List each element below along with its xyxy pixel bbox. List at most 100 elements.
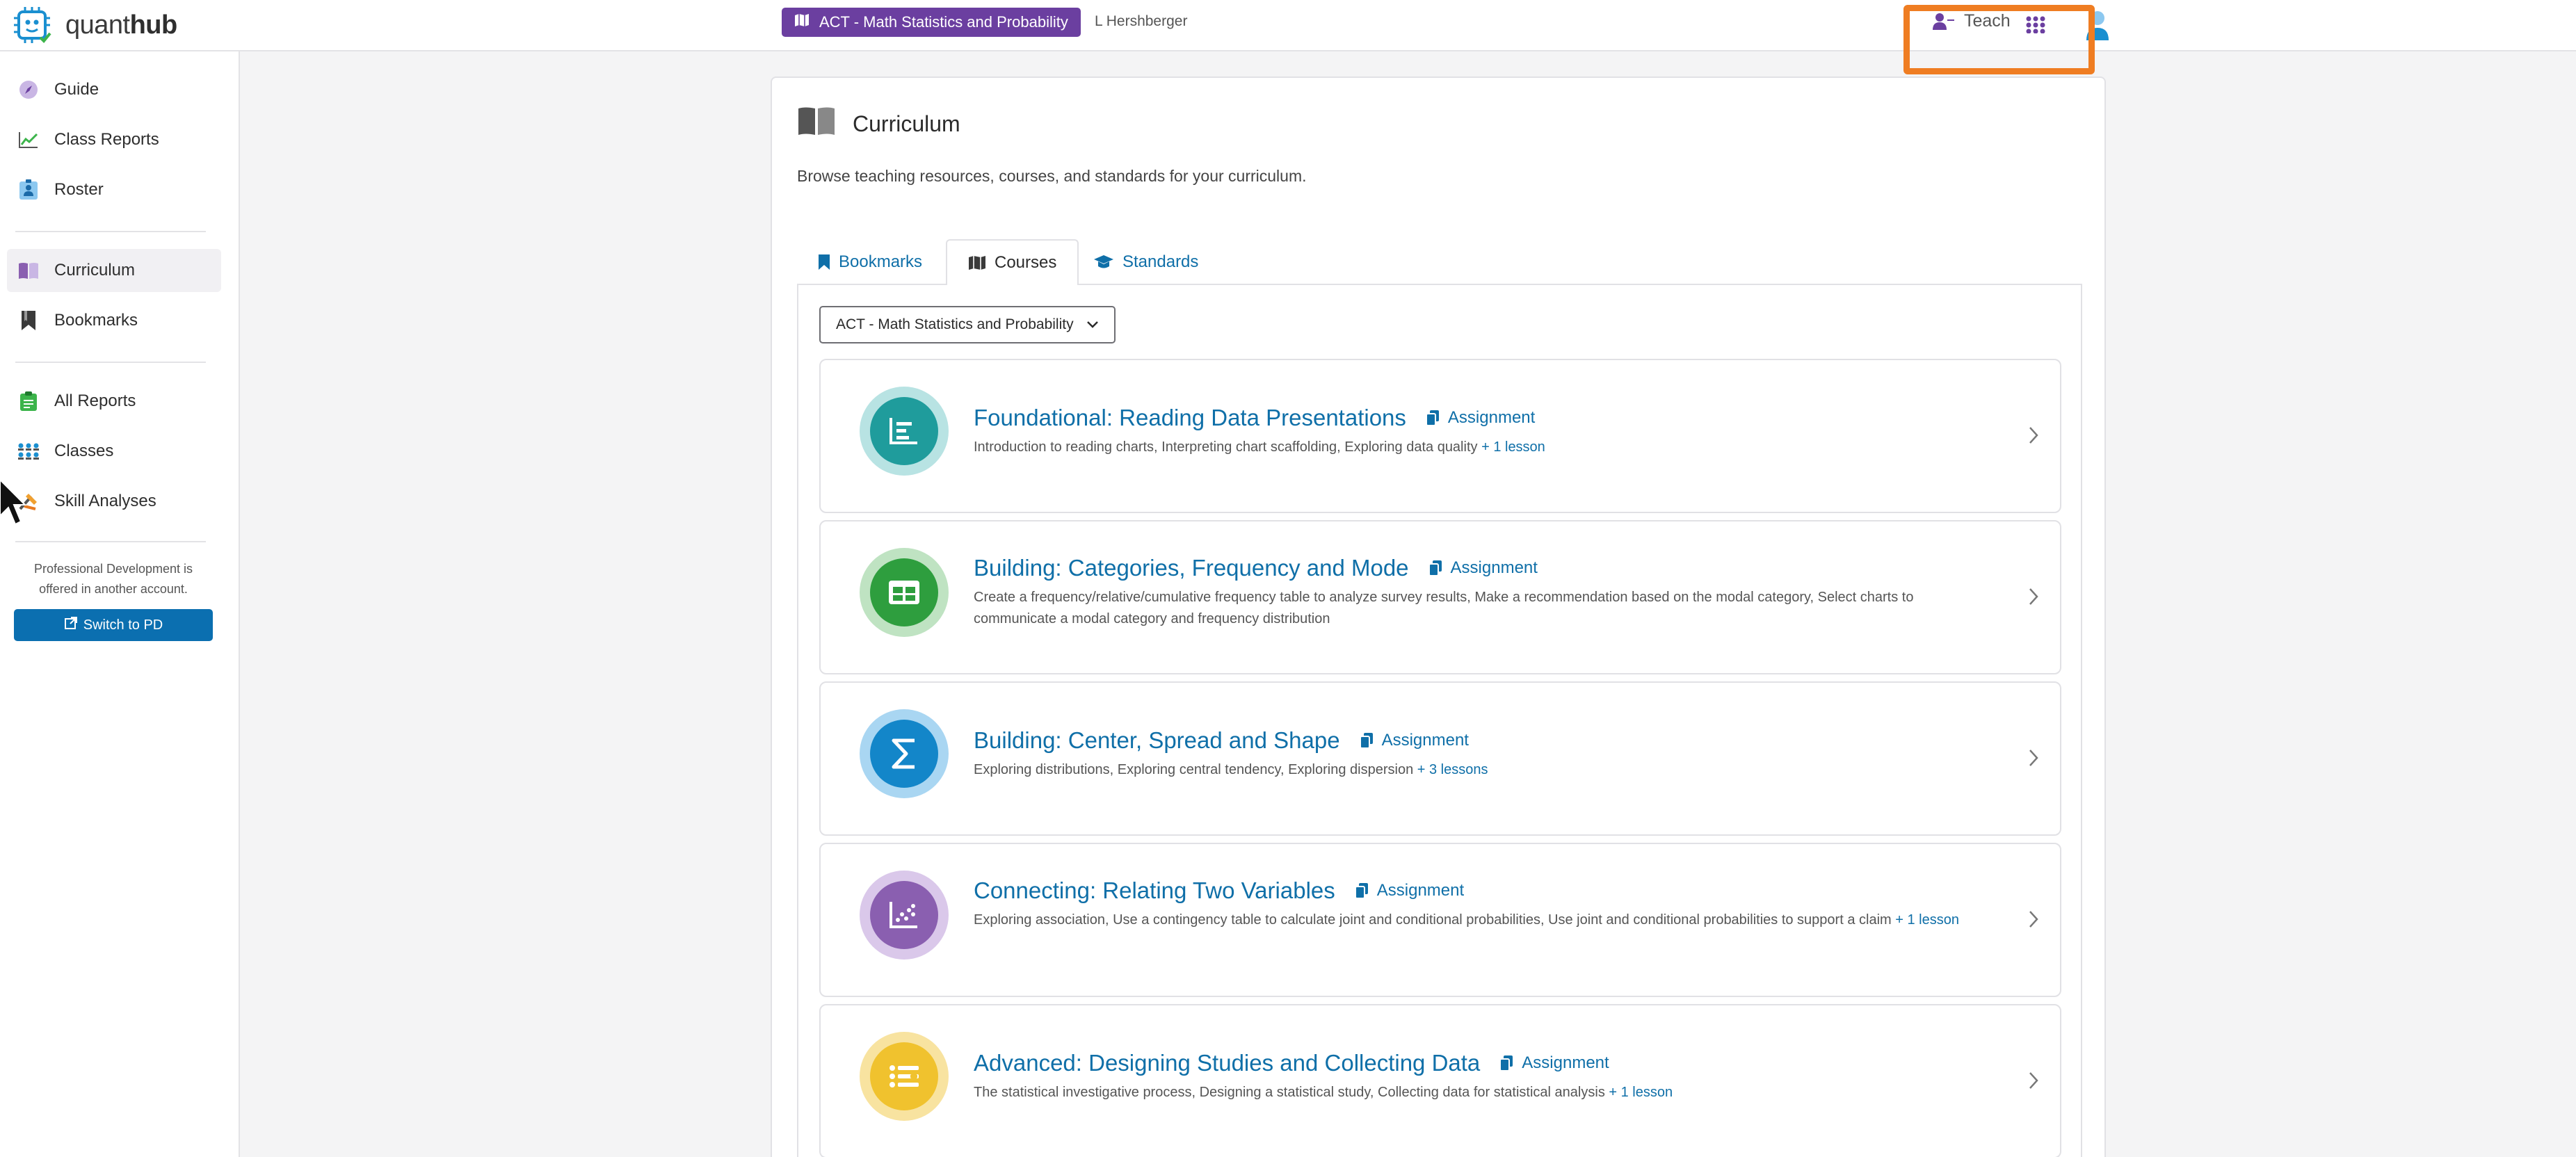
course-pill-label: ACT - Math Statistics and Probability [819, 13, 1068, 31]
sidebar: Guide Class Reports Roster Curriculum Bo… [0, 51, 240, 1157]
sidebar-item-bookmarks[interactable]: Bookmarks [7, 299, 221, 342]
sidebar-item-all-reports[interactable]: All Reports [7, 380, 221, 423]
map-icon [968, 255, 986, 270]
assignment-link[interactable]: Assignment [1359, 731, 1469, 750]
quanthub-logo-icon [14, 7, 51, 43]
sidebar-item-label: Curriculum [54, 261, 136, 280]
assignment-link[interactable]: Assignment [1354, 881, 1464, 900]
compass-icon [17, 78, 40, 102]
chevron-right-icon[interactable] [2028, 587, 2039, 606]
course-pill[interactable]: ACT - Math Statistics and Probability [782, 8, 1081, 37]
chevron-right-icon[interactable] [2028, 909, 2039, 929]
course-card[interactable]: Building: Center, Spread and Shape Assig… [819, 681, 2061, 836]
courses-panel: ACT - Math Statistics and Probability Fo… [797, 284, 2082, 1157]
course-icon [860, 548, 949, 637]
map-icon [794, 13, 810, 31]
clipboard-icon [17, 389, 40, 413]
page-title: Curriculum [797, 106, 960, 142]
course-card[interactable]: Advanced: Designing Studies and Collecti… [819, 1004, 2061, 1157]
assignment-link[interactable]: Assignment [1499, 1053, 1609, 1073]
teacher-icon [1933, 13, 1954, 30]
assignment-link[interactable]: Assignment [1428, 558, 1538, 578]
course-title[interactable]: Advanced: Designing Studies and Collecti… [974, 1050, 1609, 1076]
course-icon [860, 387, 949, 476]
sidebar-item-skill-analyses[interactable]: Skill Analyses [7, 480, 221, 523]
id-badge-icon [17, 178, 40, 202]
sidebar-item-label: Guide [54, 80, 99, 99]
tab-courses[interactable]: Courses [946, 239, 1079, 285]
user-name: L Hershberger [1095, 13, 1188, 29]
sidebar-item-guide[interactable]: Guide [7, 68, 221, 111]
course-title[interactable]: Foundational: Reading Data Presentations… [974, 405, 1535, 431]
tab-bookmarks[interactable]: Bookmarks [797, 239, 943, 285]
apps-grid-icon[interactable] [2025, 15, 2046, 33]
page-description: Browse teaching resources, courses, and … [797, 167, 1307, 185]
pd-notice: Professional Development is offered in a… [33, 562, 193, 596]
logo[interactable]: quanthub [13, 6, 177, 44]
course-description: The statistical investigative process, D… [974, 1085, 1673, 1100]
tab-standards[interactable]: Standards [1072, 239, 1219, 285]
course-card[interactable]: Building: Categories, Frequency and Mode… [819, 520, 2061, 674]
sidebar-item-label: Class Reports [54, 130, 159, 149]
scatter-plot-icon [889, 902, 917, 928]
course-title[interactable]: Connecting: Relating Two Variables Assig… [974, 877, 1464, 904]
more-lessons-link[interactable]: + 3 lessons [1417, 762, 1488, 777]
sidebar-item-classes[interactable]: Classes [7, 430, 221, 473]
sigma-icon [892, 738, 915, 769]
course-description: Introduction to reading charts, Interpre… [974, 439, 1545, 455]
chevron-right-icon[interactable] [2028, 426, 2039, 445]
course-description: Exploring distributions, Exploring centr… [974, 762, 1488, 777]
course-description: Exploring association, Use a contingency… [974, 912, 1959, 928]
copy-icon [1354, 883, 1368, 899]
avatar[interactable] [2084, 7, 2111, 42]
list-icon [889, 1065, 919, 1087]
course-select-value: ACT - Math Statistics and Probability [836, 316, 1074, 332]
course-description: Create a frequency/relative/cumulative f… [974, 590, 1914, 626]
course-select[interactable]: ACT - Math Statistics and Probability [819, 306, 1116, 343]
teach-switcher[interactable]: Teach [1932, 11, 2011, 31]
sidebar-item-label: Bookmarks [54, 311, 138, 330]
logo-text: quanthub [65, 10, 177, 40]
chevron-right-icon[interactable] [2028, 1071, 2039, 1090]
tab-label: Standards [1122, 252, 1199, 271]
book-icon [797, 106, 836, 142]
external-link-icon [64, 616, 78, 634]
chevron-right-icon[interactable] [2028, 748, 2039, 768]
sidebar-item-label: Classes [54, 442, 114, 460]
course-card[interactable]: Foundational: Reading Data Presentations… [819, 359, 2061, 513]
book-icon [17, 259, 40, 282]
bar-list-icon [889, 418, 917, 444]
switch-to-pd-label: Switch to PD [83, 617, 163, 633]
sidebar-divider [15, 362, 206, 363]
bookmark-icon [17, 309, 40, 332]
tab-label: Courses [995, 253, 1057, 272]
sidebar-item-class-reports[interactable]: Class Reports [7, 118, 221, 161]
chevron-down-icon [1086, 321, 1098, 328]
tab-bar: Bookmarks Courses Standards [797, 239, 2082, 285]
more-lessons-link[interactable]: + 1 lesson [1481, 439, 1545, 455]
course-icon [860, 1032, 949, 1121]
sidebar-item-label: All Reports [54, 391, 136, 410]
sidebar-item-label: Roster [54, 180, 104, 199]
copy-icon [1425, 410, 1439, 426]
sidebar-divider [15, 541, 206, 542]
copy-icon [1499, 1055, 1513, 1071]
more-lessons-link[interactable]: + 1 lesson [1609, 1085, 1673, 1100]
page-title-text: Curriculum [853, 111, 960, 136]
sidebar-item-roster[interactable]: Roster [7, 168, 221, 211]
more-lessons-link[interactable]: + 1 lesson [1895, 912, 1959, 928]
assignment-link[interactable]: Assignment [1425, 408, 1535, 428]
switch-to-pd-button[interactable]: Switch to PD [14, 609, 213, 641]
sidebar-item-label: Skill Analyses [54, 492, 156, 510]
table-icon [889, 581, 919, 604]
course-title[interactable]: Building: Center, Spread and Shape Assig… [974, 727, 1469, 754]
bookmark-icon [818, 254, 830, 270]
line-chart-icon [17, 128, 40, 152]
course-card[interactable]: Connecting: Relating Two Variables Assig… [819, 843, 2061, 997]
copy-icon [1359, 733, 1373, 749]
course-title[interactable]: Building: Categories, Frequency and Mode… [974, 555, 1538, 581]
curriculum-card: Curriculum Browse teaching resources, co… [771, 76, 2106, 1157]
sidebar-item-curriculum[interactable]: Curriculum [7, 249, 221, 292]
sidebar-divider [15, 231, 206, 232]
graduation-cap-icon [1093, 254, 1114, 270]
